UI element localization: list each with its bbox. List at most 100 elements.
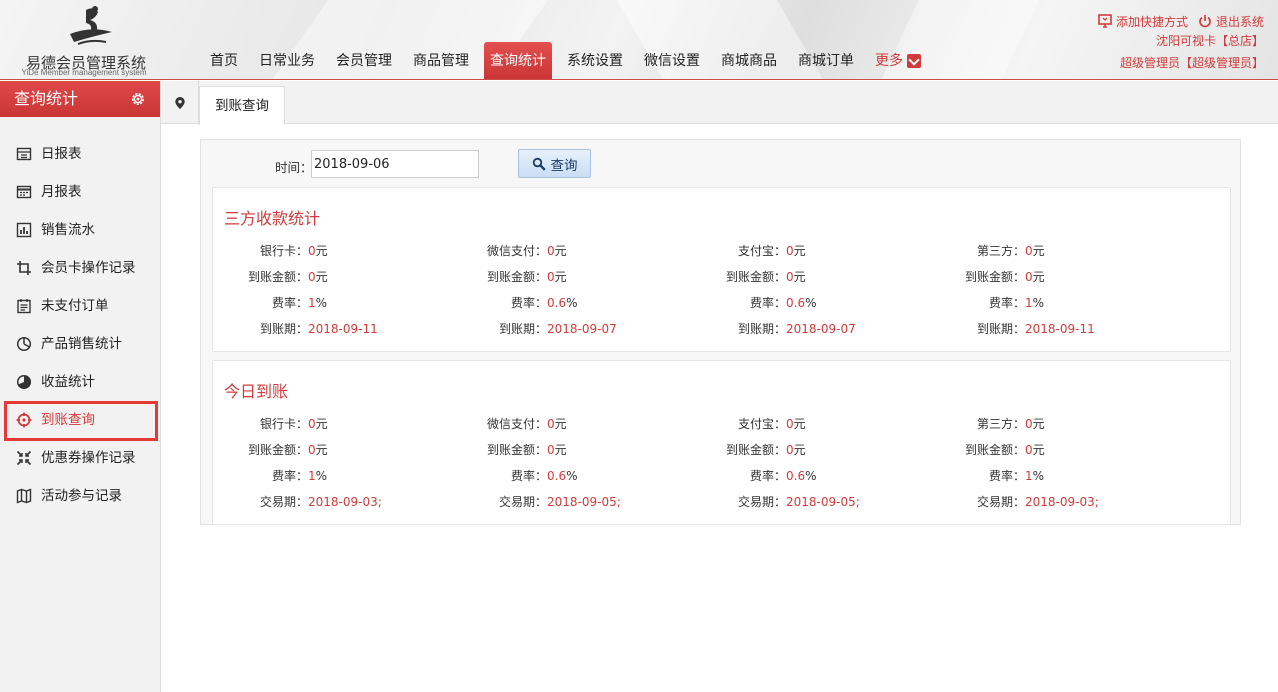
stat-cell: 到账期：2018-09-11 (945, 316, 1095, 342)
stat-label: 交易期： (498, 495, 547, 509)
stat-label: 第三方： (976, 417, 1025, 431)
stat-cell: 费率：1% (945, 463, 1044, 489)
nav-item-mall-products[interactable]: 商城商品 (715, 42, 783, 79)
tab-arrival-query[interactable]: 到账查询 (199, 86, 285, 125)
stat-cell: 支付宝：0元 (706, 238, 806, 264)
sidebar-item-product-sales-stats[interactable]: 产品销售统计 (0, 325, 160, 363)
calendar-month-icon (16, 185, 32, 199)
stats-row: 到账金额：0元 到账金额：0元 到账金额：0元 到账金额：0元 (213, 437, 1230, 463)
stat-unit: % (1032, 469, 1045, 483)
brand-logo[interactable]: 易德会员管理系统 YiDe Member management system (10, 4, 160, 78)
stat-value: 0.6 (786, 469, 806, 483)
add-shortcut-link[interactable]: 添加快捷方式 (1116, 13, 1188, 30)
stat-value: 0 (308, 417, 316, 431)
search-icon (532, 157, 546, 171)
stat-label: 费率： (271, 469, 308, 483)
stat-label: 到账金额： (247, 443, 308, 457)
stat-cell: 到账金额：0元 (467, 437, 567, 463)
stat-value: 0 (786, 417, 794, 431)
query-button[interactable]: 查询 (518, 149, 591, 178)
sidebar-item-coupon-operation-log[interactable]: 优惠券操作记录 (0, 439, 160, 477)
sidebar-item-unpaid-orders[interactable]: 未支付订单 (0, 287, 160, 325)
sidebar: 查询统计 日报表 月报表 销售流水 会员卡操作记录 未支付订单 产品销售统计 收… (0, 81, 161, 692)
sidebar-item-label: 销售流水 (41, 222, 95, 238)
nav-item-system-settings[interactable]: 系统设置 (561, 42, 629, 79)
stat-label: 第三方： (976, 244, 1025, 258)
content-panel: 时间： 查询 三方收款统计 银行卡：0元微信支付：0元支付宝：0元第三方：0元到… (200, 139, 1241, 525)
today-arrival-section: 今日到账 银行卡：0元 微信支付：0元 支付宝：0元 第三方：0元 到账金额：0元 到账金… (212, 360, 1231, 525)
stat-value: 0 (786, 443, 794, 457)
nav-item-query-statistics[interactable]: 查询统计 (484, 42, 552, 79)
logo-icon (70, 6, 112, 45)
stat-label: 费率： (749, 469, 786, 483)
location-pin-icon (174, 96, 185, 109)
stat-label: 费率： (271, 296, 308, 310)
stat-label: 到账金额： (964, 270, 1025, 284)
stat-value: 1 (308, 469, 316, 483)
sidebar-item-monthly-report[interactable]: 月报表 (0, 173, 160, 211)
sidebar-item-label: 月报表 (41, 184, 82, 200)
sidebar-item-label: 日报表 (41, 146, 82, 162)
crop-icon (17, 261, 31, 275)
nav-item-home[interactable]: 首页 (204, 42, 244, 79)
stat-cell: 支付宝：0元 (706, 411, 806, 437)
nav-item-wechat-settings[interactable]: 微信设置 (638, 42, 706, 79)
stat-label: 到账金额： (486, 443, 547, 457)
nav-item-more[interactable]: 更多 (869, 42, 927, 79)
stat-label: 到账期： (498, 322, 547, 336)
stat-label: 到账期： (259, 322, 308, 336)
stat-label: 费率： (988, 296, 1025, 310)
nav-item-mall-orders[interactable]: 商城订单 (792, 42, 860, 79)
stat-cell: 微信支付：0元 (467, 238, 567, 264)
nav-item-product-management[interactable]: 商品管理 (407, 42, 475, 79)
sidebar-item-label: 产品销售统计 (41, 336, 122, 352)
sidebar-header: 查询统计 (0, 81, 160, 117)
stat-unit: 元 (1032, 244, 1045, 258)
store-name: 沈阳可视卡【总店】 (1155, 34, 1264, 48)
stat-label: 到账金额： (964, 443, 1025, 457)
tab-home-pin[interactable] (161, 81, 199, 124)
user-role: 超级管理员【超级管理员】 (1119, 56, 1264, 70)
date-input[interactable] (311, 150, 479, 178)
sidebar-item-label: 未支付订单 (41, 298, 109, 314)
stat-cell: 交易期：2018-09-05; (706, 489, 860, 515)
stat-unit: 元 (793, 270, 806, 284)
section-title: 三方收款统计 (224, 209, 321, 228)
stat-unit: % (566, 296, 578, 310)
sidebar-item-activity-participation[interactable]: 活动参与记录 (0, 477, 160, 515)
stat-unit: 元 (554, 443, 567, 457)
order-icon (17, 299, 31, 314)
tab-bar: 到账查询 (161, 81, 1278, 125)
stat-cell: 到账金额：0元 (945, 437, 1045, 463)
stat-unit: % (315, 296, 328, 310)
stat-unit: 元 (554, 244, 567, 258)
stat-unit: % (1032, 296, 1045, 310)
sidebar-menu: 日报表 月报表 销售流水 会员卡操作记录 未支付订单 产品销售统计 收益统计 到… (0, 135, 160, 515)
stat-value: 2018-09-07 (547, 322, 617, 336)
stat-cell: 到账金额：0元 (228, 437, 328, 463)
stat-value: 0 (547, 417, 555, 431)
nav-item-member-management[interactable]: 会员管理 (330, 42, 398, 79)
sidebar-item-daily-report[interactable]: 日报表 (0, 135, 160, 173)
half-pie-icon (16, 374, 32, 390)
stat-cell: 到账金额：0元 (706, 264, 806, 290)
stat-unit: 元 (1032, 417, 1045, 431)
logout-link[interactable]: 退出系统 (1216, 13, 1264, 30)
stat-unit: 元 (554, 417, 567, 431)
top-header: 易德会员管理系统 YiDe Member management system 首… (0, 0, 1278, 80)
sidebar-item-revenue-stats[interactable]: 收益统计 (0, 363, 160, 401)
stat-unit: 元 (793, 443, 806, 457)
stat-cell: 费率：0.6% (467, 290, 578, 316)
crosshair-icon (16, 412, 32, 428)
third-party-collection-section: 三方收款统计 银行卡：0元 微信支付：0元 支付宝：0元 第三方：0元 到账金额：0元到… (212, 187, 1231, 352)
stat-cell: 到账金额：0元 (945, 264, 1045, 290)
sidebar-item-card-operation-log[interactable]: 会员卡操作记录 (0, 249, 160, 287)
nav-item-daily-business[interactable]: 日常业务 (253, 42, 321, 79)
sidebar-item-sales-flow[interactable]: 销售流水 (0, 211, 160, 249)
sidebar-item-arrival-query[interactable]: 到账查询 (0, 401, 160, 441)
stat-label: 到账期： (976, 322, 1025, 336)
date-label: 时间： (275, 160, 313, 175)
gear-icon[interactable] (130, 91, 146, 107)
stat-unit: % (566, 469, 578, 483)
stat-cell: 费率：0.6% (706, 290, 817, 316)
